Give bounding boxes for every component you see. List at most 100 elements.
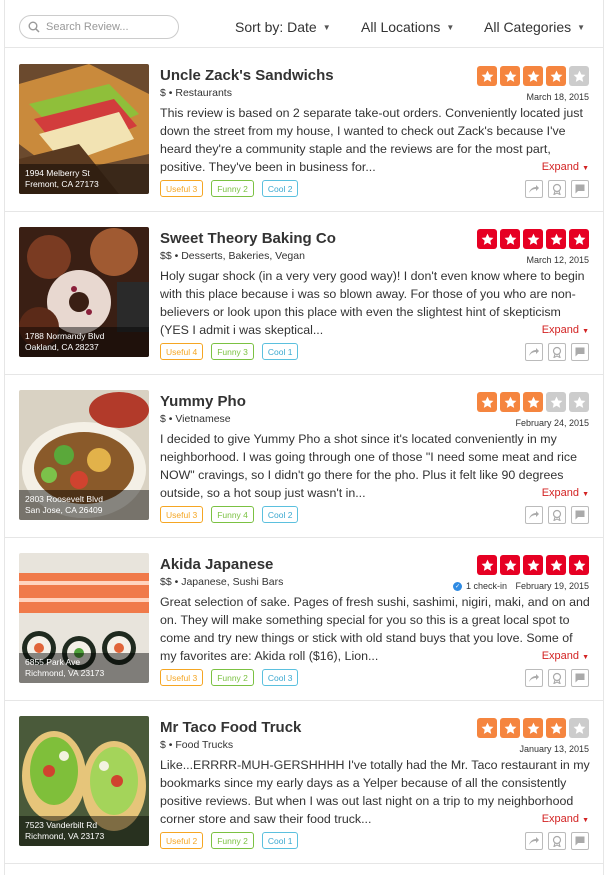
review-actions xyxy=(525,832,589,850)
share-icon xyxy=(529,511,539,519)
review-item: 7523 Vanderbilt Rd Richmond, VA 23173 Mr… xyxy=(5,701,603,864)
business-name[interactable]: Sweet Theory Baking Co xyxy=(160,230,336,247)
business-photo[interactable]: 2803 Roosevelt Blvd San Jose, CA 26409 xyxy=(19,390,149,520)
expand-link[interactable]: Expand ▼ xyxy=(535,650,589,662)
filter-bar: Sort by: Date ▼ All Locations ▼ All Catego… xyxy=(5,0,603,48)
review-text: Like...ERRRR-MUH-GERSHHHH I've totally h… xyxy=(160,758,590,826)
cool-button[interactable]: Cool 3 xyxy=(261,669,299,686)
review-text: This review is based on 2 separate take-… xyxy=(160,106,583,174)
funny-button[interactable]: Funny 2 xyxy=(211,832,254,849)
cool-button[interactable]: Cool 2 xyxy=(261,506,299,523)
funny-button[interactable]: Funny 3 xyxy=(211,343,254,360)
star-filled-icon xyxy=(477,229,497,249)
star-rating xyxy=(477,718,589,738)
share-button[interactable] xyxy=(525,180,543,198)
business-photo[interactable]: 7523 Vanderbilt Rd Richmond, VA 23173 xyxy=(19,716,149,846)
expand-link[interactable]: Expand ▼ xyxy=(535,324,589,336)
address-line2: San Jose, CA 26409 xyxy=(25,505,103,515)
compliment-button[interactable] xyxy=(548,669,566,687)
funny-button[interactable]: Funny 2 xyxy=(211,669,254,686)
star-rating xyxy=(477,392,589,412)
useful-button[interactable]: Useful 2 xyxy=(160,832,204,849)
expand-link[interactable]: Expand ▼ xyxy=(535,161,589,173)
star-filled-icon xyxy=(546,718,566,738)
business-categories[interactable]: Restaurants xyxy=(175,87,232,99)
share-icon xyxy=(529,348,539,356)
checkin-count: ✓ 1 check-in xyxy=(452,581,507,591)
business-meta: $ • Restaurants xyxy=(160,87,232,99)
search-box[interactable] xyxy=(19,15,179,39)
message-icon xyxy=(575,673,585,683)
address-line2: Fremont, CA 27173 xyxy=(25,179,99,189)
star-rating xyxy=(477,229,589,249)
business-name[interactable]: Akida Japanese xyxy=(160,556,273,573)
message-icon xyxy=(575,184,585,194)
categories-dropdown[interactable]: All Categories ▼ xyxy=(484,19,585,35)
star-empty-icon xyxy=(569,718,589,738)
share-button[interactable] xyxy=(525,832,543,850)
share-button[interactable] xyxy=(525,669,543,687)
business-categories[interactable]: Japanese, Sushi Bars xyxy=(181,576,283,588)
compliment-button[interactable] xyxy=(548,832,566,850)
star-filled-icon xyxy=(477,555,497,575)
compliment-button[interactable] xyxy=(548,180,566,198)
review-date: January 13, 2015 xyxy=(519,744,589,754)
expand-link[interactable]: Expand ▼ xyxy=(535,487,589,499)
expand-label: Expand xyxy=(541,161,579,173)
cool-button[interactable]: Cool 1 xyxy=(261,832,299,849)
vote-buttons: Useful 3 Funny 2 Cool 2 xyxy=(160,180,299,197)
checkin-icon: ✓ xyxy=(452,581,462,591)
locations-dropdown[interactable]: All Locations ▼ xyxy=(361,19,454,35)
business-meta: $$ • Japanese, Sushi Bars xyxy=(160,576,284,588)
business-categories[interactable]: Desserts, Bakeries, Vegan xyxy=(181,250,305,262)
review-text: Great selection of sake. Pages of fresh … xyxy=(160,595,590,663)
useful-button[interactable]: Useful 3 xyxy=(160,506,204,523)
funny-button[interactable]: Funny 2 xyxy=(211,180,254,197)
expand-label: Expand xyxy=(541,487,579,499)
message-button[interactable] xyxy=(571,343,589,361)
price-level: $ xyxy=(160,739,166,751)
star-filled-icon xyxy=(500,555,520,575)
message-button[interactable] xyxy=(571,180,589,198)
cool-button[interactable]: Cool 1 xyxy=(261,343,299,360)
address-line2: Oakland, CA 28237 xyxy=(25,342,99,352)
compliment-button[interactable] xyxy=(548,343,566,361)
business-address: 2803 Roosevelt Blvd San Jose, CA 26409 xyxy=(19,490,149,520)
business-categories[interactable]: Vietnamese xyxy=(175,413,230,425)
message-button[interactable] xyxy=(571,506,589,524)
cool-button[interactable]: Cool 2 xyxy=(261,180,299,197)
business-address: 7523 Vanderbilt Rd Richmond, VA 23173 xyxy=(19,816,149,846)
funny-button[interactable]: Funny 4 xyxy=(211,506,254,523)
business-name[interactable]: Uncle Zack's Sandwichs xyxy=(160,67,334,84)
useful-button[interactable]: Useful 3 xyxy=(160,669,204,686)
categories-label: All Categories xyxy=(484,19,572,35)
message-button[interactable] xyxy=(571,669,589,687)
expand-link[interactable]: Expand ▼ xyxy=(535,813,589,825)
review-item: 6855 Park Ave Richmond, VA 23173 Akida J… xyxy=(5,538,603,701)
sort-dropdown[interactable]: Sort by: Date ▼ xyxy=(235,19,331,35)
star-filled-icon xyxy=(523,555,543,575)
star-filled-icon xyxy=(546,555,566,575)
business-name[interactable]: Yummy Pho xyxy=(160,393,246,410)
business-photo[interactable]: 1994 Melberry St Fremont, CA 27173 xyxy=(19,64,149,194)
share-button[interactable] xyxy=(525,506,543,524)
review-date: February 24, 2015 xyxy=(515,418,589,428)
share-button[interactable] xyxy=(525,343,543,361)
message-button[interactable] xyxy=(571,832,589,850)
review-date: March 18, 2015 xyxy=(526,92,589,102)
search-input[interactable] xyxy=(46,21,171,33)
business-name[interactable]: Mr Taco Food Truck xyxy=(160,719,301,736)
star-filled-icon xyxy=(500,229,520,249)
share-icon xyxy=(529,674,539,682)
business-categories[interactable]: Food Trucks xyxy=(175,739,233,751)
business-photo[interactable]: 6855 Park Ave Richmond, VA 23173 xyxy=(19,553,149,683)
business-photo[interactable]: 1788 Normandy Blvd Oakland, CA 28237 xyxy=(19,227,149,357)
useful-button[interactable]: Useful 3 xyxy=(160,180,204,197)
business-address: 1788 Normandy Blvd Oakland, CA 28237 xyxy=(19,327,149,357)
review-item: 2803 Roosevelt Blvd San Jose, CA 26409 Y… xyxy=(5,375,603,538)
compliment-button[interactable] xyxy=(548,506,566,524)
useful-button[interactable]: Useful 4 xyxy=(160,343,204,360)
chevron-down-icon: ▼ xyxy=(582,165,589,172)
vote-buttons: Useful 4 Funny 3 Cool 1 xyxy=(160,343,299,360)
sort-label: Sort by: Date xyxy=(235,19,317,35)
